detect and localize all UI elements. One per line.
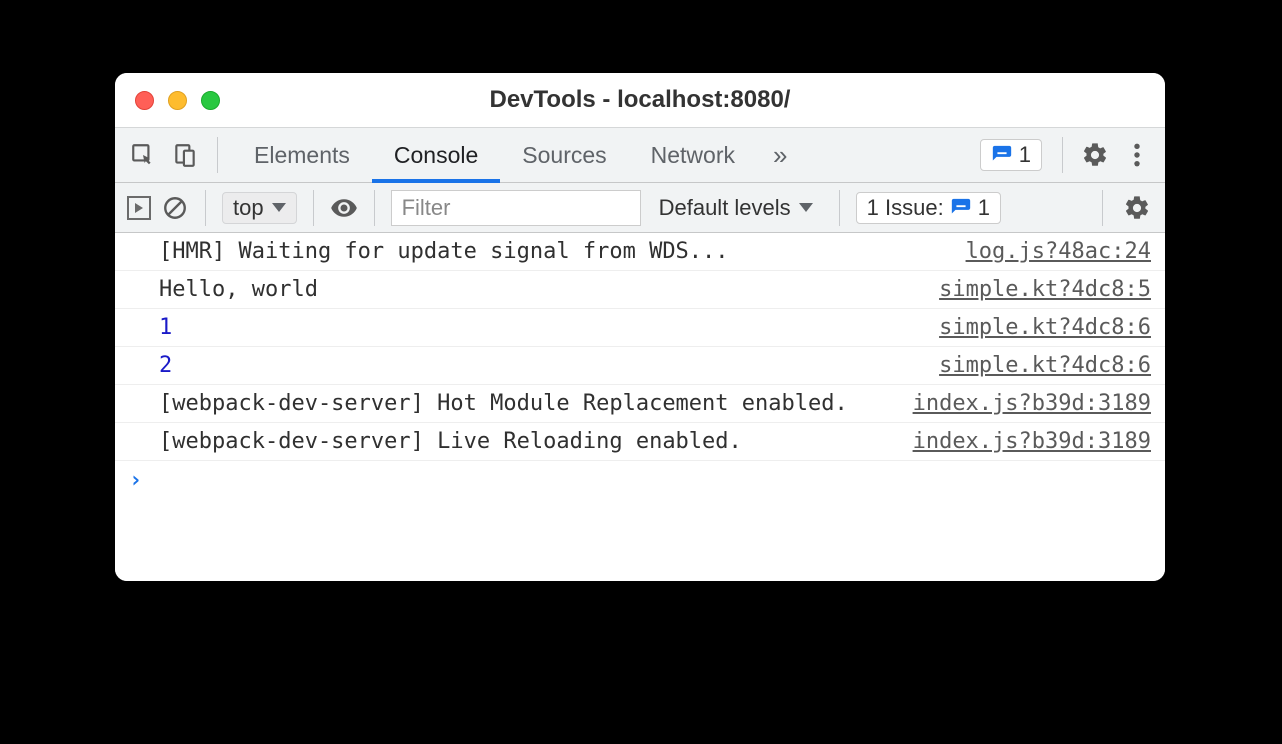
log-message: [HMR] Waiting for update signal from WDS… <box>159 239 966 264</box>
tab-elements[interactable]: Elements <box>232 128 372 182</box>
tab-network[interactable]: Network <box>629 128 757 182</box>
issues-label: 1 Issue: <box>867 195 944 221</box>
window-title: DevTools - localhost:8080/ <box>115 86 1165 114</box>
minimize-button[interactable] <box>168 91 187 110</box>
prompt-caret-icon: › <box>129 468 142 493</box>
separator <box>1062 137 1063 173</box>
filter-input[interactable] <box>391 190 641 226</box>
maximize-button[interactable] <box>201 91 220 110</box>
log-source-link[interactable]: simple.kt?4dc8:6 <box>939 353 1151 378</box>
issues-count: 1 <box>978 195 990 221</box>
log-row: 2 simple.kt?4dc8:6 <box>115 347 1165 385</box>
log-row: 1 simple.kt?4dc8:6 <box>115 309 1165 347</box>
level-label: Default levels <box>659 195 791 221</box>
separator <box>839 190 840 226</box>
log-row: [webpack-dev-server] Live Reloading enab… <box>115 423 1165 461</box>
context-label: top <box>233 195 264 221</box>
inspect-element-icon[interactable] <box>125 137 161 173</box>
execution-context-select[interactable]: top <box>222 192 297 224</box>
console-toolbar: top Default levels 1 Issue: 1 <box>115 183 1165 233</box>
console-output: [HMR] Waiting for update signal from WDS… <box>115 233 1165 581</box>
chevron-down-icon <box>799 203 813 212</box>
traffic-lights <box>135 91 220 110</box>
log-source-link[interactable]: simple.kt?4dc8:6 <box>939 315 1151 340</box>
separator <box>205 190 206 226</box>
log-row: [webpack-dev-server] Hot Module Replacem… <box>115 385 1165 423</box>
panel-tabs: Elements Console Sources Network <box>232 128 757 182</box>
separator <box>313 190 314 226</box>
log-row: Hello, world simple.kt?4dc8:5 <box>115 271 1165 309</box>
log-source-link[interactable]: index.js?b39d:3189 <box>913 391 1151 416</box>
log-row: [HMR] Waiting for update signal from WDS… <box>115 233 1165 271</box>
log-message: 1 <box>159 315 939 340</box>
issues-badge-count: 1 <box>1019 142 1031 168</box>
titlebar: DevTools - localhost:8080/ <box>115 73 1165 127</box>
log-message: [webpack-dev-server] Hot Module Replacem… <box>159 391 913 416</box>
devtools-window: DevTools - localhost:8080/ Elements Cons… <box>115 73 1165 581</box>
live-expression-icon[interactable] <box>330 194 358 222</box>
separator <box>1102 190 1103 226</box>
issues-link[interactable]: 1 Issue: 1 <box>856 192 1001 224</box>
settings-icon[interactable] <box>1077 137 1113 173</box>
main-tabbar: Elements Console Sources Network » 1 <box>115 127 1165 183</box>
console-sidebar-toggle-icon[interactable] <box>125 194 153 222</box>
log-source-link[interactable]: log.js?48ac:24 <box>966 239 1151 264</box>
clear-console-icon[interactable] <box>161 194 189 222</box>
console-settings-icon[interactable] <box>1119 190 1155 226</box>
tab-console[interactable]: Console <box>372 128 500 182</box>
log-message: 2 <box>159 353 939 378</box>
log-message: [webpack-dev-server] Live Reloading enab… <box>159 429 913 454</box>
close-button[interactable] <box>135 91 154 110</box>
more-menu-icon[interactable] <box>1119 137 1155 173</box>
more-tabs-icon[interactable]: » <box>763 140 797 171</box>
issues-badge[interactable]: 1 <box>980 139 1042 171</box>
device-toolbar-icon[interactable] <box>167 137 203 173</box>
console-prompt[interactable]: › <box>115 461 1165 499</box>
separator <box>374 190 375 226</box>
tab-sources[interactable]: Sources <box>500 128 628 182</box>
log-level-select[interactable]: Default levels <box>649 195 823 221</box>
chevron-down-icon <box>272 203 286 212</box>
log-source-link[interactable]: simple.kt?4dc8:5 <box>939 277 1151 302</box>
log-source-link[interactable]: index.js?b39d:3189 <box>913 429 1151 454</box>
separator <box>217 137 218 173</box>
log-message: Hello, world <box>159 277 939 302</box>
